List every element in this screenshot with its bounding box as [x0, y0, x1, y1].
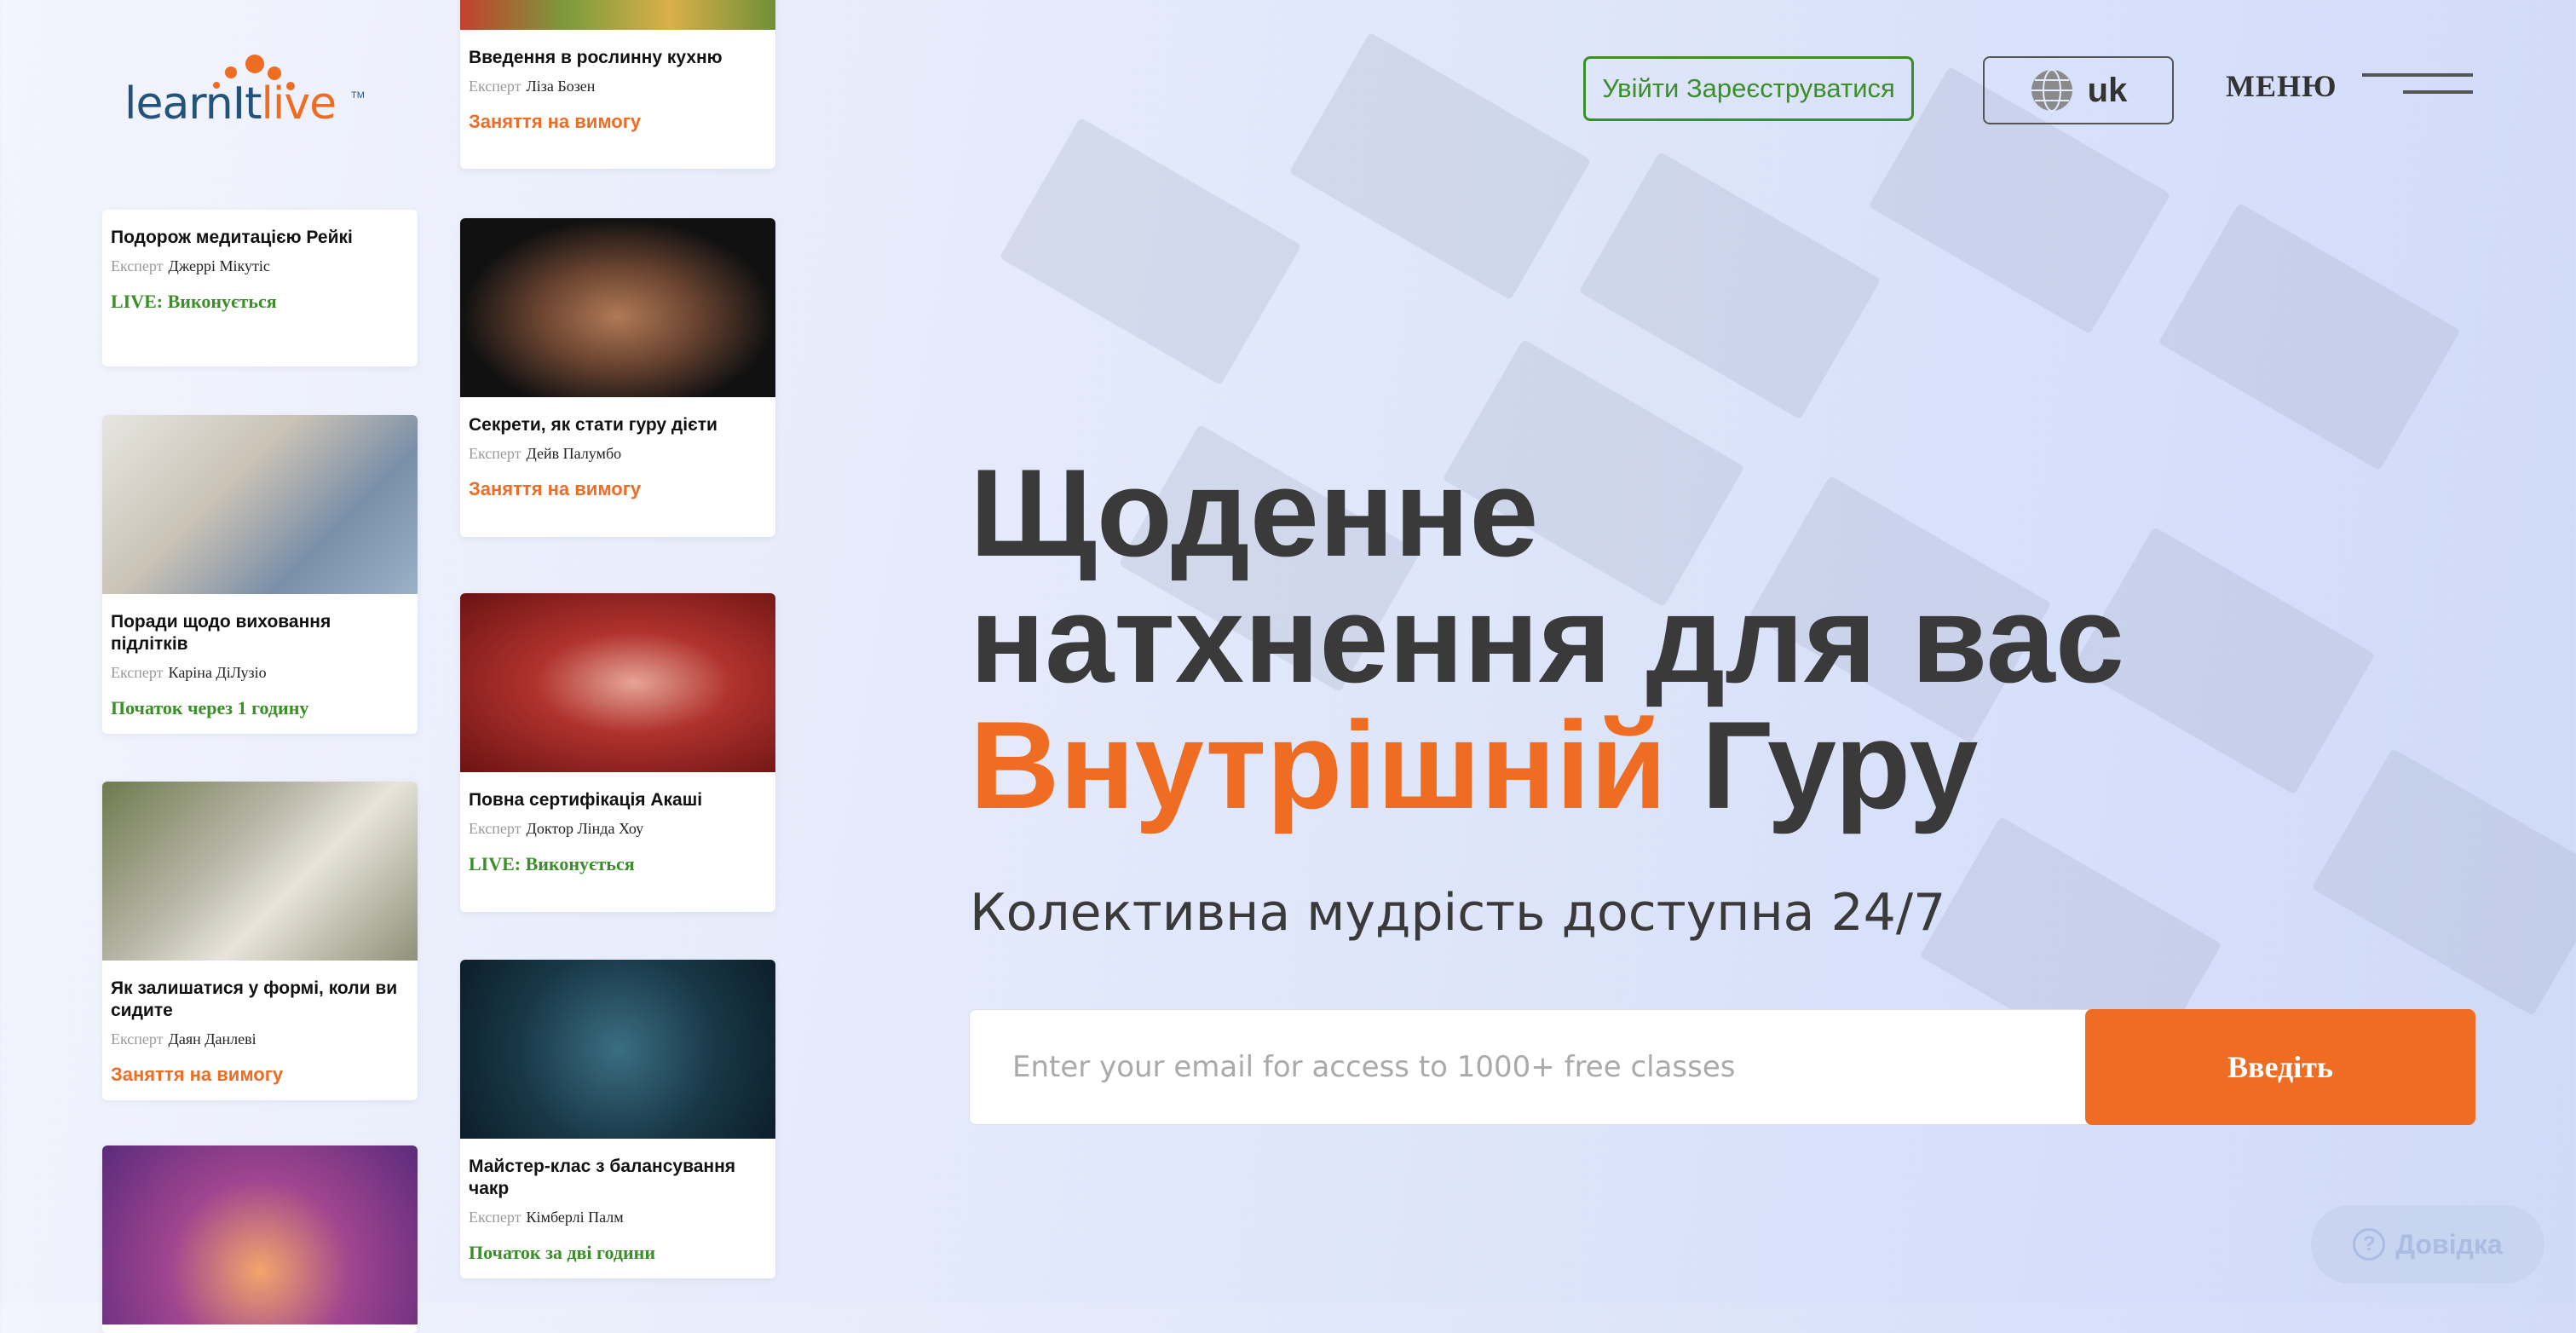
email-signup-form: Введіть — [969, 1009, 2475, 1125]
card-status: LIVE: Виконується — [469, 853, 635, 874]
card-status: Заняття на вимогу — [111, 1064, 284, 1085]
card-thumbnail — [460, 0, 775, 30]
class-card[interactable]: Майстер-клас з балансування чакр Експерт… — [460, 960, 775, 1278]
question-icon: ? — [2353, 1228, 2386, 1261]
card-status: Початок через 1 годину — [111, 697, 309, 718]
class-card[interactable]: Як залишатися у формі, коли ви сидите Ек… — [102, 782, 418, 1100]
hero-subtitle: Колективна мудрість доступна 24/7 — [970, 883, 1946, 943]
card-thumbnail — [102, 415, 418, 594]
class-card[interactable]: Подорож медитацією Рейкі Експерт Джеррі М… — [102, 210, 418, 366]
card-thumbnail — [460, 218, 775, 397]
card-status: Заняття на вимогу — [469, 478, 642, 499]
help-button[interactable]: ? Довідка — [2311, 1205, 2544, 1284]
class-card[interactable] — [102, 1145, 418, 1333]
menu-label[interactable]: МЕНЮ — [2226, 68, 2337, 104]
card-title: Введення в рослинну кухню — [469, 48, 723, 67]
submit-email-button[interactable]: Введіть — [2085, 1009, 2475, 1125]
card-expert: Експерт Доктор Лінда Хоу — [469, 820, 644, 837]
card-thumbnail — [102, 782, 418, 961]
card-expert: Експерт Дейв Палумбо — [469, 445, 622, 462]
globe-icon — [2031, 69, 2072, 112]
card-title: Повна сертифікація Акаші — [469, 790, 703, 810]
class-card[interactable]: Введення в рослинну кухню Експерт Ліза Бо… — [460, 0, 775, 169]
hero-title-accent: Внутрішній — [970, 695, 1668, 834]
help-label: Довідка — [2395, 1228, 2503, 1260]
email-input[interactable] — [969, 1009, 2094, 1125]
card-status: LIVE: Виконується — [111, 291, 277, 312]
class-card[interactable]: Повна сертифікація Акаші Експерт Доктор Л… — [460, 593, 775, 912]
card-title: Поради щодо виховання підлітків — [111, 612, 331, 654]
card-expert: Експерт Каріна ДіЛузіо — [111, 664, 267, 681]
class-card[interactable]: Секрети, як стати гуру дієти Експерт Дейв… — [460, 218, 775, 537]
card-thumbnail — [460, 960, 775, 1139]
class-card[interactable]: Поради щодо виховання підлітків Експерт К… — [102, 415, 418, 734]
card-thumbnail — [460, 593, 775, 772]
card-title: Майстер-клас з балансування чакр — [469, 1157, 736, 1198]
card-expert: Експерт Ліза Бозен — [469, 78, 596, 95]
card-title: Як залишатися у формі, коли ви сидите — [111, 978, 398, 1020]
class-cards-column-left: Подорож медитацією Рейкі Експерт Джеррі М… — [102, 0, 418, 1333]
class-cards-column-right: Введення в рослинну кухню Експерт Ліза Бо… — [460, 0, 775, 1303]
language-code: uk — [2087, 71, 2128, 109]
card-title: Подорож медитацією Рейкі — [111, 228, 353, 247]
card-thumbnail — [102, 1145, 418, 1324]
card-expert: Експерт Даян Данлеві — [111, 1030, 256, 1047]
card-expert: Експерт Кімберлі Палм — [469, 1209, 624, 1226]
hamburger-menu-icon[interactable] — [2362, 73, 2473, 97]
card-title: Секрети, як стати гуру дієти — [469, 415, 717, 435]
card-expert: Експерт Джеррі Мікутіс — [111, 257, 270, 274]
login-register-button[interactable]: Увійти Зареєструватися — [1583, 56, 1914, 121]
hero-title: Щоденне натхнення для вас Внутрішній Гур… — [970, 443, 2124, 834]
card-status: Початок за дві години — [469, 1242, 656, 1263]
language-selector[interactable]: uk — [1983, 56, 2174, 124]
card-status: Заняття на вимогу — [469, 111, 642, 132]
